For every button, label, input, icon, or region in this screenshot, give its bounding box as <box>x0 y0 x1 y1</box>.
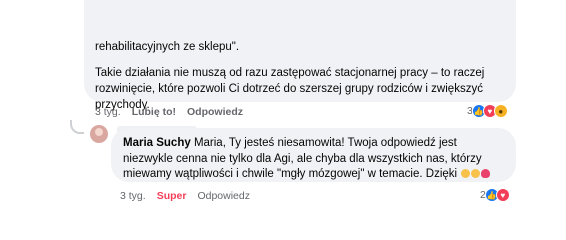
wow-icon: ● <box>493 104 508 118</box>
clap-emoji-icon <box>471 169 481 178</box>
comment-bubble: rehabilitacyjnych ze sklepu". Takie dzia… <box>84 0 516 111</box>
comment-timestamp[interactable]: 3 tyg. <box>95 106 121 118</box>
love-icon: ♥ <box>495 188 510 202</box>
comment-actions: 3 tyg. Super Odpowiedz <box>120 190 250 202</box>
heart-emoji-icon <box>481 169 491 178</box>
like-button[interactable]: Lubię to! <box>132 106 176 118</box>
reaction-summary[interactable]: 3 👍 ♥ ● <box>467 104 508 118</box>
comment-bubble: Maria Suchy Maria, Ty jesteś niesamowita… <box>111 128 516 182</box>
reply-button[interactable]: Odpowiedz <box>197 190 250 202</box>
like-button[interactable]: Super <box>157 190 187 202</box>
hands-emoji-icon <box>461 169 471 178</box>
comment-timestamp[interactable]: 3 tyg. <box>120 190 146 202</box>
reaction-summary[interactable]: 2 👍 ♥ <box>480 188 510 202</box>
comment-author[interactable]: Maria Suchy <box>123 137 191 149</box>
comment-text-fragment: rehabilitacyjnych ze sklepu". <box>95 41 240 53</box>
thread-connector <box>70 120 84 134</box>
avatar[interactable] <box>90 125 108 143</box>
comment-actions: 3 tyg. Lubię to! Odpowiedz <box>95 106 243 118</box>
reply-button[interactable]: Odpowiedz <box>187 106 243 118</box>
